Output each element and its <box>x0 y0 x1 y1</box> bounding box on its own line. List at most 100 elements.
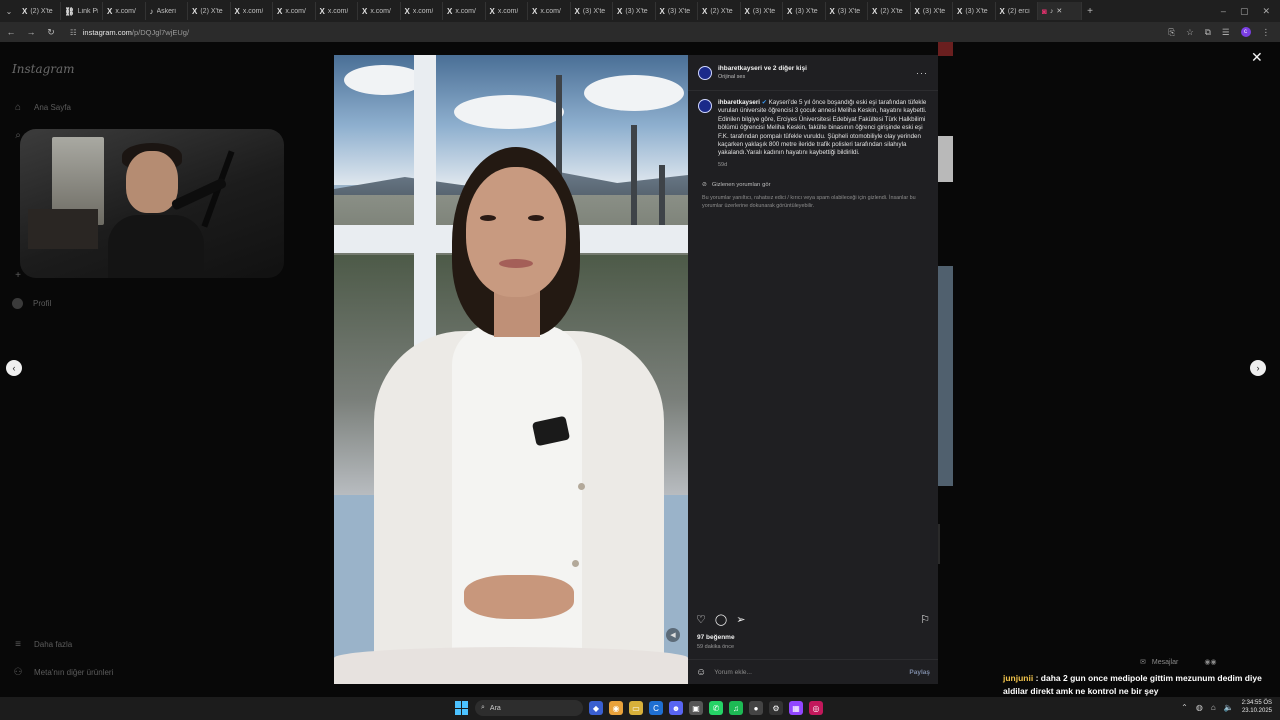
steam-icon[interactable]: ⚙ <box>769 701 783 715</box>
browser-tab[interactable]: Xx.com/ <box>316 2 358 20</box>
bookmark-star-icon[interactable]: ☆ <box>1186 27 1194 38</box>
forward-icon[interactable]: → <box>26 27 36 37</box>
tab-label: x.com/ <box>412 7 434 15</box>
caption-username[interactable]: ihbaretkayseri <box>718 99 760 106</box>
install-app-icon[interactable]: ⎘ <box>1168 27 1175 38</box>
audio-playing-icon[interactable]: ♪ <box>1050 8 1054 15</box>
clock[interactable]: 2:34:55 ÖS 23.10.2025 <box>1242 700 1272 715</box>
video-lips <box>499 259 533 268</box>
browser-tab[interactable]: X (3) X'te <box>783 2 826 20</box>
nav-home[interactable]: ⌂ Ana Sayfa <box>12 102 71 113</box>
browser-tab[interactable]: X (2) X'te <box>188 2 231 20</box>
browser-tab[interactable]: Xx.com/ <box>528 2 571 20</box>
spotify-icon[interactable]: ♫ <box>729 701 743 715</box>
browser-tab[interactable]: Xx.com/ <box>273 2 316 20</box>
post-comment-button[interactable]: Paylaş <box>909 669 930 676</box>
browser-tab[interactable]: Xx.com/ <box>103 2 146 20</box>
close-window-icon[interactable]: ✕ <box>1262 6 1270 17</box>
browser-tab[interactable]: X (3) X'te <box>613 2 656 20</box>
system-tray: ⌃ ◍ ⌂ 🔈 2:34:55 ÖS 23.10.2025 <box>1181 700 1272 715</box>
instagram-logo[interactable]: Instagram <box>12 62 75 76</box>
chrome-icon[interactable]: ◉ <box>609 701 623 715</box>
tiktok-icon: ♪ <box>149 6 154 16</box>
browser-tab[interactable]: Xx.com/ <box>486 2 528 20</box>
url-field[interactable]: ☷ instagram.com/p/DQJgl7wjEUg/ <box>66 25 1158 39</box>
close-modal-icon[interactable]: ✕ <box>1251 49 1263 66</box>
back-icon[interactable]: ← <box>6 27 16 37</box>
browser-tab[interactable]: X (2) X'te <box>868 2 911 20</box>
browser-tab[interactable]: X (2) X'te <box>698 2 741 20</box>
copilot-icon[interactable]: ◆ <box>589 701 603 715</box>
site-info-icon[interactable]: ☷ <box>70 28 77 37</box>
new-tab-button[interactable]: + <box>1082 6 1098 17</box>
browser-tab[interactable]: X (3) X'te <box>911 2 953 20</box>
reload-icon[interactable]: ↻ <box>46 27 56 38</box>
taskbar-search[interactable]: ⌕ Ara <box>475 700 583 716</box>
like-count[interactable]: 97 beğenme <box>697 634 735 641</box>
post-video[interactable]: ◀ <box>334 55 688 684</box>
browser-tab[interactable]: X (3) X'te <box>656 2 698 20</box>
plus-icon: + <box>15 270 21 281</box>
tab-close-icon[interactable]: ✕ <box>1056 7 1062 15</box>
browser-tab[interactable]: X (2) X'te <box>18 2 61 20</box>
share-plane-icon[interactable]: ➢ <box>736 613 745 626</box>
next-post-arrow-icon[interactable]: › <box>1250 360 1266 376</box>
tray-expand-icon[interactable]: ⌃ <box>1181 703 1188 712</box>
browser-tab[interactable]: X (3) X'te <box>953 2 996 20</box>
tab-search-icon[interactable]: ⌄ <box>0 2 18 20</box>
comment-input[interactable]: Yorum ekle... <box>714 669 752 676</box>
file-explorer-icon[interactable]: ▭ <box>629 701 643 715</box>
reading-list-icon[interactable]: ☰ <box>1222 27 1230 38</box>
audio-label[interactable]: Orijinal ses <box>718 74 807 80</box>
browser-tab[interactable]: X (2) erci <box>996 2 1038 20</box>
x-icon: X <box>957 6 963 16</box>
bookmark-icon[interactable]: ⚐ <box>920 613 930 626</box>
browser-tab[interactable]: Xx.com/ <box>401 2 443 20</box>
hidden-comments-link[interactable]: ⊘ Gizlenen yorumları gör <box>688 176 938 188</box>
nav-profile[interactable]: Profil <box>12 298 51 309</box>
author-avatar[interactable] <box>698 65 712 80</box>
browser-tab[interactable]: Xx.com/ <box>443 2 486 20</box>
browser-tab[interactable]: ⛓ Link Pi <box>61 2 103 20</box>
browser-profile-avatar[interactable]: c <box>1240 27 1251 37</box>
post-author[interactable]: ihbaretkayseri ve 2 diğer kişi <box>718 65 807 72</box>
x-icon: X <box>404 6 410 16</box>
browser-menu-icon[interactable]: ⋮ <box>1262 27 1271 38</box>
minimize-icon[interactable]: – <box>1221 6 1226 17</box>
browser-tab[interactable]: X (3) X'te <box>571 2 613 20</box>
nav-meta[interactable]: ⚇ Meta'nın diğer ürünleri <box>12 667 114 678</box>
browser-tab-active[interactable]: ◙ ♪ ✕ <box>1038 2 1082 20</box>
extensions-icon[interactable]: ⧉ <box>1205 27 1211 38</box>
browser-tab[interactable]: X (3) X'te <box>741 2 783 20</box>
volume-icon[interactable]: 🔈 <box>1224 703 1234 712</box>
prev-post-arrow-icon[interactable]: ‹ <box>6 360 22 376</box>
messenger-icon: ✉ <box>1140 659 1146 666</box>
caption-avatar[interactable] <box>698 99 712 113</box>
browser-tab[interactable]: X (3) X'te <box>826 2 868 20</box>
emoji-icon[interactable]: ☺ <box>696 667 706 678</box>
app-icon[interactable]: ▣ <box>689 701 703 715</box>
start-menu-icon[interactable] <box>455 701 469 715</box>
more-options-icon[interactable]: ··· <box>916 68 928 78</box>
browser-tab[interactable]: Xx.com/ <box>231 2 273 20</box>
browser-tab[interactable]: ♪ Askeri <box>146 2 188 20</box>
obs-icon[interactable]: ● <box>749 701 763 715</box>
discord-icon[interactable]: ☻ <box>669 701 683 715</box>
media-app-icon[interactable]: ◎ <box>809 701 823 715</box>
maximize-icon[interactable]: ▢ <box>1240 6 1249 17</box>
edge-icon[interactable]: C <box>649 701 663 715</box>
twitch-icon[interactable]: ▦ <box>789 701 803 715</box>
network-icon[interactable]: ⌂ <box>1211 703 1216 712</box>
x-icon: X <box>107 6 113 16</box>
tab-label: (2) X'te <box>710 7 733 15</box>
nav-more[interactable]: ≡ Daha fazla <box>12 639 72 650</box>
tray-app-icon[interactable]: ◍ <box>1196 703 1203 712</box>
comment-bubble-icon[interactable]: ◯ <box>715 613 727 626</box>
like-heart-icon[interactable]: ♡ <box>696 613 706 626</box>
nav-create[interactable]: + <box>12 270 24 281</box>
x-icon: X <box>617 6 623 16</box>
browser-tab[interactable]: Xx.com/ <box>358 2 401 20</box>
whatsapp-icon[interactable]: ✆ <box>709 701 723 715</box>
mute-icon[interactable]: ◀ <box>666 628 680 642</box>
messages-pill[interactable]: ✉ Mesajlar ◉◉ <box>1140 658 1217 667</box>
